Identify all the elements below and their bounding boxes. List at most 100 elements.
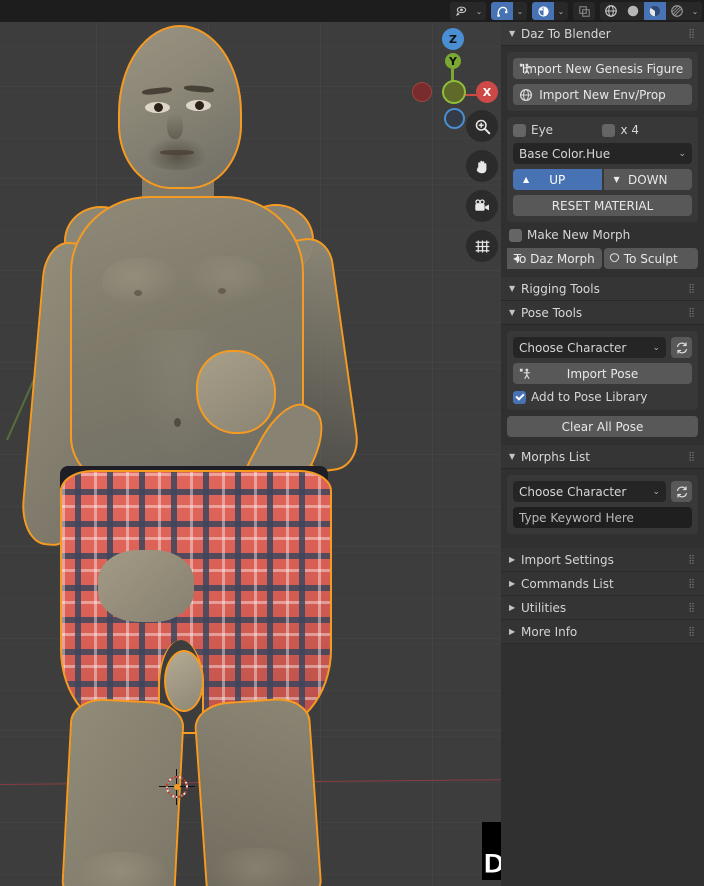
zoom-view-icon[interactable] bbox=[466, 110, 498, 142]
material-down-label: DOWN bbox=[627, 172, 668, 187]
panel-utilities[interactable]: ▶ Utilities ⣿ bbox=[501, 596, 704, 620]
proportional-edit-dropdown-caret[interactable]: ⌄ bbox=[554, 2, 568, 20]
material-down-button[interactable]: ▼ DOWN bbox=[603, 169, 692, 190]
chevron-down-icon: ⌄ bbox=[652, 342, 660, 353]
shading-solid-icon[interactable] bbox=[622, 2, 644, 20]
visibility-dropdown-caret[interactable]: ⌄ bbox=[472, 2, 486, 20]
chevron-down-icon: ⌄ bbox=[652, 486, 660, 497]
shading-wireframe-icon[interactable] bbox=[600, 2, 622, 20]
material-channel-value: Base Color.Hue bbox=[519, 146, 611, 161]
panel-title-pose-tools: Pose Tools bbox=[521, 305, 583, 320]
gizmo-axis-z-negative[interactable] bbox=[444, 108, 465, 129]
chevron-right-icon: ▶ bbox=[509, 627, 516, 636]
import-pose-button[interactable]: Import Pose bbox=[513, 363, 692, 384]
transform-orientation-icon[interactable] bbox=[573, 2, 595, 20]
properties-sidebar: ▼ Daz To Blender ⣿ Import New Genesis Fi… bbox=[501, 0, 704, 886]
character-nipple-left bbox=[134, 290, 142, 296]
viewport-tool-strip[interactable] bbox=[466, 110, 498, 270]
gizmo-axis-x-negative[interactable] bbox=[412, 82, 432, 102]
to-sculpt-button[interactable]: To Sculpt bbox=[603, 248, 698, 269]
import-pose-label: Import Pose bbox=[566, 366, 639, 381]
material-channel-dropdown[interactable]: Base Color.Hue ⌄ bbox=[513, 143, 692, 164]
to-daz-morph-label: To Daz Morph bbox=[513, 251, 595, 266]
character-hand-right bbox=[196, 350, 276, 434]
viewport-header-bar: ⌄ ⌄ ⌄ ⌄ bbox=[0, 0, 704, 22]
panel-title-daz-to-blender: Daz To Blender bbox=[521, 26, 611, 41]
panel-header-rigging-tools[interactable]: ▼ Rigging Tools ⣿ bbox=[501, 277, 704, 301]
import-new-env-prop-button[interactable]: Import New Env/Prop bbox=[513, 84, 692, 105]
character-nipple-right bbox=[218, 288, 226, 294]
move-view-hand-icon[interactable] bbox=[466, 150, 498, 182]
panel-grip-icon[interactable]: ⣿ bbox=[682, 452, 696, 461]
morph-keyword-input[interactable]: Type Keyword Here bbox=[513, 507, 692, 528]
triangle-down-icon: ▼ bbox=[613, 175, 620, 184]
character-pectoral-left bbox=[102, 258, 180, 306]
transform-orientation-group bbox=[573, 2, 595, 20]
add-to-pose-library-checkbox[interactable] bbox=[513, 390, 526, 404]
material-up-label: UP bbox=[549, 172, 566, 187]
panel-title-rigging-tools: Rigging Tools bbox=[521, 281, 600, 296]
snapping-dropdown-caret[interactable]: ⌄ bbox=[513, 2, 527, 20]
morphs-choose-character-dropdown[interactable]: Choose Character ⌄ bbox=[513, 481, 666, 502]
panel-grip-icon[interactable]: ⣿ bbox=[682, 284, 696, 293]
panel-grip-icon[interactable]: ⣿ bbox=[682, 603, 696, 612]
gizmo-axis-y-positive[interactable]: Y bbox=[445, 53, 461, 69]
toggle-orthographic-grid-icon[interactable] bbox=[466, 230, 498, 262]
panel-import-settings[interactable]: ▶ Import Settings ⣿ bbox=[501, 548, 704, 572]
add-to-pose-library-label: Add to Pose Library bbox=[531, 390, 648, 404]
refresh-icon[interactable] bbox=[671, 337, 692, 358]
eye-checkbox[interactable] bbox=[513, 123, 526, 137]
morph-actions-row: ◀ To Daz Morph To Sculpt bbox=[507, 248, 698, 269]
panel-grip-icon[interactable]: ⣿ bbox=[682, 29, 696, 38]
pose-choose-character-dropdown[interactable]: Choose Character ⌄ bbox=[513, 337, 666, 358]
panel-more-info[interactable]: ▶ More Info ⣿ bbox=[501, 620, 704, 644]
shading-rendered-icon[interactable] bbox=[666, 2, 688, 20]
gizmo-axis-y-negative[interactable] bbox=[442, 80, 466, 104]
to-daz-morph-button[interactable]: ◀ To Daz Morph bbox=[507, 248, 602, 269]
clear-all-pose-button[interactable]: Clear All Pose bbox=[507, 416, 698, 437]
shading-material-preview-icon[interactable] bbox=[644, 2, 666, 20]
snap-magnet-icon[interactable] bbox=[491, 2, 513, 20]
triangle-left-icon: ◀ bbox=[513, 254, 520, 263]
3d-cursor[interactable] bbox=[159, 769, 195, 805]
import-new-genesis-figure-label: Import New Genesis Figure bbox=[521, 61, 684, 76]
3d-viewport[interactable]: Z Y X DAZ3D下载站 DAZ3DDL.COM bbox=[0, 0, 501, 886]
panel-body-morphs-list: Choose Character ⌄ Type Keyword Here bbox=[501, 469, 704, 548]
gizmo-axis-x-positive[interactable]: X bbox=[476, 81, 498, 103]
panel-commands-list[interactable]: ▶ Commands List ⣿ bbox=[501, 572, 704, 596]
chevron-right-icon: ▶ bbox=[509, 555, 516, 564]
panel-header-pose-tools[interactable]: ▼ Pose Tools ⣿ bbox=[501, 301, 704, 325]
panel-grip-icon[interactable]: ⣿ bbox=[682, 579, 696, 588]
x4-checkbox[interactable] bbox=[602, 123, 616, 137]
chevron-right-icon: ▶ bbox=[509, 603, 516, 612]
armature-pose-icon bbox=[519, 367, 533, 381]
gizmo-axis-z-positive[interactable]: Z bbox=[442, 28, 464, 50]
refresh-icon[interactable] bbox=[671, 481, 692, 502]
genesis-character-model[interactable] bbox=[14, 10, 414, 886]
panel-title-import-settings: Import Settings bbox=[521, 552, 614, 567]
character-hand-left bbox=[98, 550, 194, 622]
reset-material-button[interactable]: RESET MATERIAL bbox=[513, 195, 692, 216]
navigation-gizmo[interactable]: Z Y X bbox=[404, 22, 500, 129]
character-navel bbox=[174, 418, 181, 427]
to-sculpt-label: To Sculpt bbox=[623, 251, 678, 266]
panel-grip-icon[interactable]: ⣿ bbox=[682, 627, 696, 636]
morph-keyword-placeholder: Type Keyword Here bbox=[519, 510, 634, 525]
panel-grip-icon[interactable]: ⣿ bbox=[682, 555, 696, 564]
shading-dropdown-caret[interactable]: ⌄ bbox=[688, 2, 702, 20]
material-up-button[interactable]: ▲ UP bbox=[513, 169, 602, 190]
panel-title-morphs-list: Morphs List bbox=[521, 449, 590, 464]
panel-title-more-info: More Info bbox=[521, 624, 578, 639]
import-new-genesis-figure-button[interactable]: Import New Genesis Figure bbox=[513, 58, 692, 79]
chevron-down-icon: ▼ bbox=[509, 452, 516, 461]
chevron-down-icon: ▼ bbox=[509, 308, 516, 317]
panel-header-morphs-list[interactable]: ▼ Morphs List ⣿ bbox=[501, 445, 704, 469]
camera-view-icon[interactable] bbox=[466, 190, 498, 222]
make-new-morph-checkbox[interactable] bbox=[509, 228, 522, 242]
proportional-edit-icon[interactable] bbox=[532, 2, 554, 20]
panel-header-daz-to-blender[interactable]: ▼ Daz To Blender ⣿ bbox=[501, 22, 704, 46]
panel-grip-icon[interactable]: ⣿ bbox=[682, 308, 696, 317]
character-eye-right bbox=[186, 100, 211, 111]
panel-title-utilities: Utilities bbox=[521, 600, 567, 615]
visibility-eye-icon[interactable] bbox=[450, 2, 472, 20]
